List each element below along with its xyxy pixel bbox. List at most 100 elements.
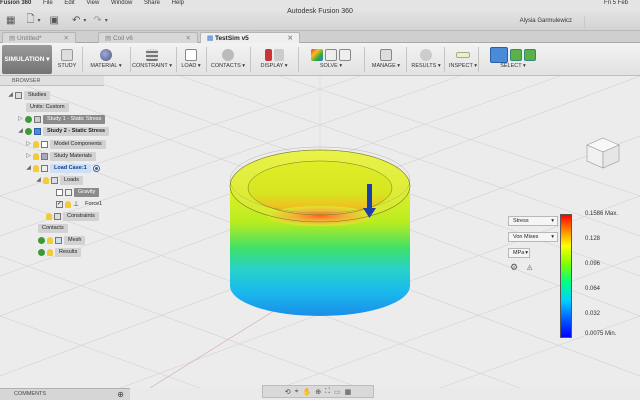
folder-icon [15, 92, 22, 99]
toolbar-manage[interactable]: MANAGE ▾ [368, 46, 404, 74]
browser-row-force1[interactable]: ✓ ⊥ Force1 [56, 200, 106, 209]
toolbar-display[interactable]: DISPLAY ▾ [254, 46, 294, 74]
expand-icon[interactable]: ◢ [36, 176, 41, 185]
solve-icon [311, 48, 323, 61]
toolbar-contacts[interactable]: CONTACTS ▾ [210, 46, 246, 74]
chevron-down-icon[interactable]: ▾ [83, 17, 86, 24]
browser-row-results[interactable]: Results [38, 248, 82, 257]
browser-row-mesh[interactable]: Mesh [38, 236, 86, 245]
menu-edit[interactable]: Edit [64, 0, 74, 7]
visibility-bulb-icon[interactable] [33, 153, 39, 160]
material-icon [41, 153, 48, 160]
study1-label: Study 1 - Static Stress [43, 115, 106, 124]
expand-icon[interactable]: ◢ [18, 127, 23, 136]
browser-row-gravity[interactable]: Gravity [56, 188, 100, 197]
toolbar-load[interactable]: LOAD ▾ [180, 46, 202, 74]
toolbar-material[interactable]: MATERIAL ▾ [86, 46, 126, 74]
expand-icon[interactable]: ◢ [8, 91, 13, 100]
component-icon [41, 141, 48, 148]
browser-row-constraints[interactable]: Constraints [46, 212, 99, 221]
zoom-icon[interactable]: ⊕ [315, 388, 321, 396]
comments-panel[interactable]: COMMENTS ⊕ [0, 388, 130, 400]
criterion-value: Von Mises [513, 234, 539, 240]
browser-row-studies[interactable]: ◢ Studies [8, 91, 51, 100]
menu-help[interactable]: Help [172, 0, 184, 7]
grid-menu-icon[interactable]: ▦ [6, 15, 15, 26]
tab-testsim[interactable]: ▤ TestSim v5 ✕ [200, 32, 300, 43]
visibility-bulb-icon[interactable] [65, 201, 71, 208]
visibility-bulb-icon[interactable] [46, 213, 52, 220]
visibility-bulb-icon[interactable] [47, 237, 53, 244]
chevron-down-icon[interactable]: ▾ [38, 17, 41, 24]
user-name[interactable]: Alysia Garmulewicz [520, 18, 572, 24]
orbit-icon[interactable]: ⟲ [285, 388, 291, 396]
toolbar-select[interactable]: SELECT ▾ [480, 46, 546, 74]
browser-header[interactable]: BROWSER [0, 76, 104, 86]
pan-icon[interactable]: ✋ [303, 388, 312, 396]
result-type-dropdown[interactable]: Stress ▾ [508, 216, 558, 226]
tab-file-icon: ▤ [9, 35, 17, 42]
toolbar-study[interactable]: STUDY [56, 46, 78, 74]
expand-icon[interactable]: ▷ [26, 140, 31, 149]
visibility-bulb-icon[interactable] [47, 249, 53, 256]
save-icon[interactable]: ▣ [50, 15, 59, 26]
precheck-icon [325, 48, 337, 61]
part-inner-floor[interactable] [268, 206, 372, 226]
fit-icon[interactable]: ⛶ [325, 388, 330, 396]
chevron-down-icon: ▾ [551, 234, 554, 240]
file-icon[interactable]: 🗋 [26, 12, 34, 29]
workspace-switcher[interactable]: SIMULATION ▾ [2, 45, 52, 74]
toolbar-solve[interactable]: SOLVE ▾ [302, 46, 360, 74]
browser-row-study-materials[interactable]: ▷ Study Materials [26, 152, 96, 161]
browser-row-study2[interactable]: ◢ Study 2 - Static Stress [18, 127, 110, 136]
toolbar-divider [298, 47, 299, 72]
toolbar-results[interactable]: RESULTS ▾ [408, 46, 444, 74]
toolbar-divider [406, 47, 407, 72]
menu-window[interactable]: Window [111, 0, 132, 7]
menu-file[interactable]: File [43, 0, 53, 7]
menu-app-name[interactable]: Fusion 360 [0, 0, 31, 7]
navigation-bar: ⟲ ⌖ ✋ ⊕ ⛶ ▭ ▦ [262, 385, 374, 398]
checked-box-icon[interactable]: ✓ [56, 201, 63, 208]
chevron-down-icon[interactable]: ▾ [105, 17, 108, 24]
browser-row-contacts[interactable]: Contacts [38, 224, 68, 233]
look-at-icon[interactable]: ⌖ [295, 388, 299, 396]
check-icon [38, 237, 45, 244]
browser-row-model-components[interactable]: ▷ Model Components [26, 140, 106, 149]
plus-icon[interactable]: ⊕ [117, 389, 124, 400]
undo-icon[interactable]: ↶ [72, 15, 80, 26]
browser-row-study1[interactable]: ▷ Study 1 - Static Stress [18, 115, 106, 124]
active-radio-icon[interactable] [92, 165, 100, 172]
browser-row-loads[interactable]: ◢ Loads [36, 176, 83, 185]
menu-share[interactable]: Share [144, 0, 160, 7]
toolbar-constraint[interactable]: CONSTRAINT ▾ [132, 46, 172, 74]
visibility-bulb-icon[interactable] [43, 177, 49, 184]
tab-untitled[interactable]: ▤ Untitled* ✕ [2, 32, 76, 43]
warning-icon[interactable]: ◬ [527, 263, 532, 271]
browser-row-load-case[interactable]: ◢ Load Case:1 [26, 164, 100, 173]
gear-icon[interactable]: ⚙ [510, 262, 518, 273]
criterion-dropdown[interactable]: Von Mises ▾ [508, 232, 558, 242]
toolbar-label: MANAGE [371, 63, 396, 69]
unchecked-box-icon[interactable] [56, 189, 63, 196]
comments-label: COMMENTS [14, 391, 47, 397]
display-settings-icon[interactable]: ▭ [334, 388, 341, 396]
expand-icon[interactable]: ▷ [18, 115, 23, 124]
unit-dropdown[interactable]: MPa ▾ [508, 248, 530, 258]
view-cube[interactable] [584, 136, 622, 170]
load-icon [51, 177, 58, 184]
legend-tick: 0.032 [585, 311, 601, 317]
gravity-icon [65, 189, 72, 196]
browser-row-units[interactable]: Units: Custom [26, 103, 69, 112]
expand-icon[interactable]: ▷ [26, 152, 31, 161]
toolbar-inspect[interactable]: INSPECT ▾ [446, 46, 480, 74]
tab-coil[interactable]: ▤ Coil v6 ✕ [98, 32, 198, 43]
check-icon [38, 249, 45, 256]
loads-label: Loads [60, 176, 83, 185]
visibility-bulb-icon[interactable] [33, 141, 39, 148]
grid-settings-icon[interactable]: ▦ [345, 388, 352, 396]
expand-icon[interactable]: ◢ [26, 164, 31, 173]
redo-icon[interactable]: ↷ [93, 15, 101, 26]
menu-view[interactable]: View [86, 0, 99, 7]
visibility-bulb-icon[interactable] [33, 165, 39, 172]
